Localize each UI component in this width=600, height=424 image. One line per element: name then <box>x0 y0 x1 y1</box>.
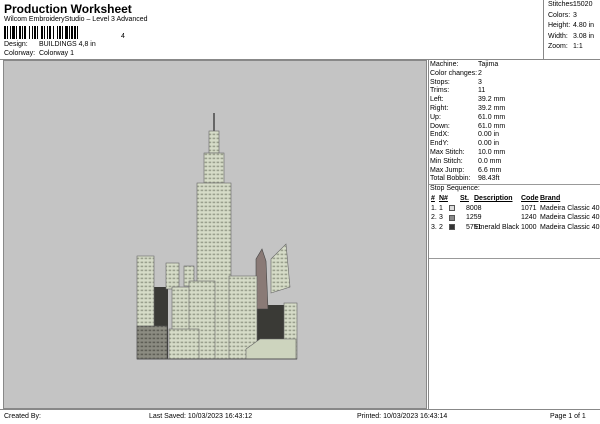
cell-n: 2 <box>439 223 443 231</box>
param-row: Total Bobbin: 98.43ft <box>430 175 500 183</box>
design-row: Design: BUILDINGS 4,8 in <box>4 41 96 48</box>
page-number: Page 1 of 1 <box>550 413 586 420</box>
color-swatch <box>449 205 455 212</box>
cell-desc: Emerald Black <box>474 223 520 231</box>
created-by: Created By: <box>4 413 41 420</box>
cell-code: 1071 <box>521 204 537 212</box>
software-name: Wilcom EmbroideryStudio – Level 3 Advanc… <box>4 16 148 23</box>
stop-sequence-label: Stop Sequence: <box>430 185 480 192</box>
foreground-block-mid <box>168 328 200 360</box>
colorway-value: Colorway 1 <box>38 50 74 57</box>
cell-n: 1 <box>439 204 443 212</box>
design-preview <box>3 60 427 409</box>
spire <box>213 113 215 133</box>
printed-date: Printed: 10/03/2023 16:43:14 <box>357 413 448 420</box>
param-row: Trims: 11 <box>430 87 486 95</box>
pointed-tower <box>255 248 269 310</box>
slanted-building <box>270 243 291 294</box>
cell-brand: Madeira Classic 40 <box>540 204 600 212</box>
page-title: Production Worksheet <box>4 2 132 16</box>
table-bottom-divider <box>429 258 600 259</box>
stat-height: Height: 4.80 in <box>548 22 595 29</box>
param-row: Stops: 3 <box>430 78 482 86</box>
cell-num: 1. <box>431 204 437 212</box>
stat-zoom: Zoom: 1:1 <box>548 43 583 50</box>
design-stats: Stitches: 15020 Colors: 3 Height: 4.80 in W… <box>543 0 600 60</box>
param-row: Up: 61.0 mm <box>430 113 506 121</box>
worksheet-footer: Created By: Last Saved: 10/03/2023 16:43… <box>0 409 600 424</box>
worksheet-header: Production Worksheet Wilcom EmbroiderySt… <box>0 0 543 60</box>
cell-brand: Madeira Classic 40 <box>540 214 600 221</box>
cell-num: 2. <box>431 214 437 221</box>
param-row: Right: 39.2 mm <box>430 105 506 112</box>
tower-upper <box>203 152 225 184</box>
param-row: Min Stitch: 0.0 mm <box>430 157 502 165</box>
skyline-embroidery-image <box>136 113 298 360</box>
table-row: 2. 3 1259 1240 Madeira Classic 40 <box>429 213 600 223</box>
cell-st: 8008 <box>466 204 482 212</box>
colorway-row: Colorway: Colorway 1 <box>4 50 74 57</box>
table-header: # N# St. Description Code Brand <box>431 195 561 202</box>
param-row: EndY: 0.00 in <box>430 140 500 148</box>
stop-sequence-table: # N# St. Description Code Brand 1. 1 8008 1… <box>429 194 600 232</box>
stat-stitches: Stitches: 15020 <box>548 1 593 8</box>
param-row: Down: 61.0 mm <box>430 122 506 130</box>
cell-code: 1000 <box>521 223 537 231</box>
design-label: Design: <box>4 41 28 48</box>
param-row: EndX: 0.00 in <box>430 131 500 139</box>
cell-n: 3 <box>439 214 443 221</box>
param-row: Machine: Tajima <box>430 61 499 68</box>
table-row: 3. 2 5751 Emerald Black 1000 Madeira Classic … <box>429 223 600 233</box>
foreground-block-left <box>136 325 168 360</box>
color-swatch <box>449 214 455 221</box>
cell-brand: Madeira Classic 40 <box>540 223 600 231</box>
param-row: Max Stitch: 10.0 mm <box>430 149 506 156</box>
last-saved: Last Saved: 10/03/2023 16:43:12 <box>149 413 253 420</box>
machine-parameters: Stop Sequence: # N# St. Description Code… <box>428 60 600 409</box>
cell-code: 1240 <box>521 214 537 221</box>
cell-st: 1259 <box>466 214 482 221</box>
design-value: BUILDINGS 4,8 in <box>38 41 96 48</box>
param-row: Color changes: 2 <box>430 69 482 77</box>
stat-colors: Colors: 3 <box>548 11 577 19</box>
colorway-label: Colorway: <box>4 50 36 57</box>
stat-width: Width: 3.08 in <box>548 32 595 40</box>
barcode-digit: 4 <box>121 33 125 40</box>
barcode <box>4 26 128 39</box>
building-small-left <box>165 262 180 290</box>
cell-num: 3. <box>431 223 437 231</box>
param-row: Max Jump: 6.6 mm <box>430 166 502 174</box>
table-row: 1. 1 8008 1071 Madeira Classic 40 <box>429 204 600 214</box>
color-swatch <box>449 224 455 231</box>
param-row: Left: 39.2 mm <box>430 96 506 104</box>
tower-top <box>208 130 220 154</box>
